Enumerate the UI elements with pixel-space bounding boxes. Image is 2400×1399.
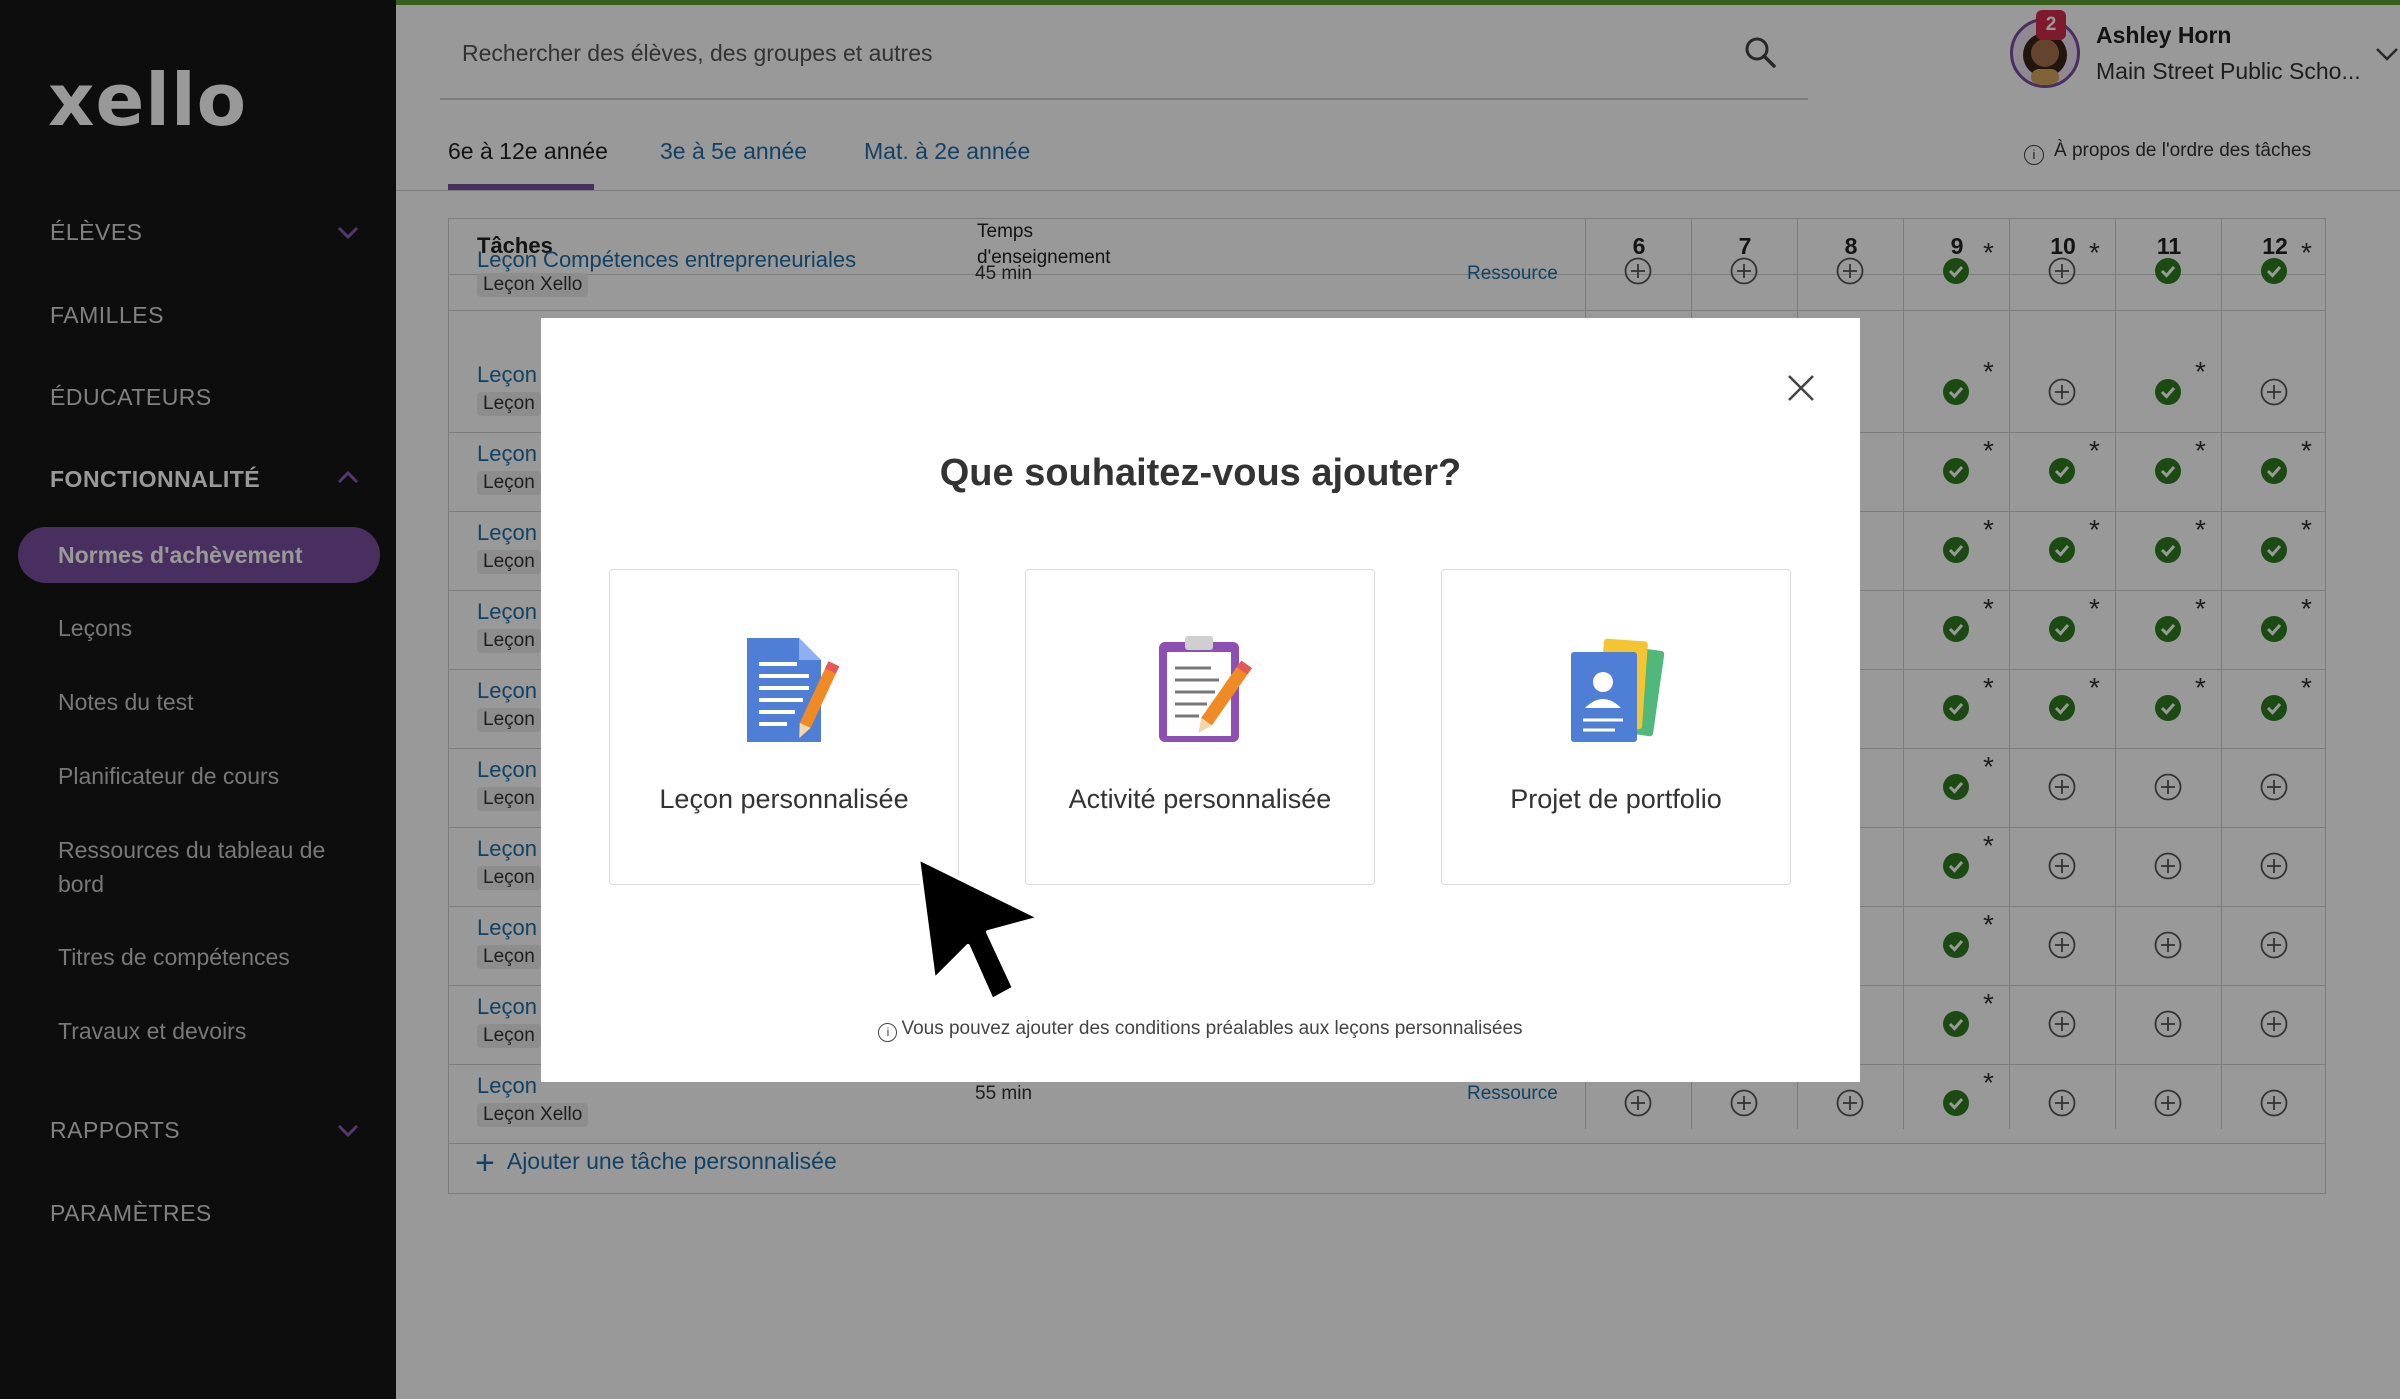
option-portfolio-project[interactable]: Projet de portfolio [1441,569,1791,885]
portfolio-cards-icon [1557,630,1677,750]
info-icon: i [878,1023,898,1042]
option-custom-lesson[interactable]: Leçon personnalisée [609,569,959,885]
note-text: Vous pouvez ajouter des conditions préal… [901,1018,1523,1039]
close-icon[interactable] [1781,368,1821,408]
option-custom-activity[interactable]: Activité personnalisée [1025,569,1375,885]
document-pencil-icon [725,630,845,750]
clipboard-pencil-icon [1141,630,1261,750]
option-label: Activité personnalisée [1068,784,1332,814]
option-label: Leçon personnalisée [659,784,909,814]
prerequisites-note: i Vous pouvez ajouter des conditions préa… [541,1018,1860,1042]
modal-title: Que souhaitez-vous ajouter? [939,452,1462,494]
mouse-cursor-icon [914,854,1044,1006]
add-item-modal: Que souhaitez-vous ajouter? Leçon person… [541,318,1860,1082]
option-label: Projet de portfolio [1510,784,1722,814]
